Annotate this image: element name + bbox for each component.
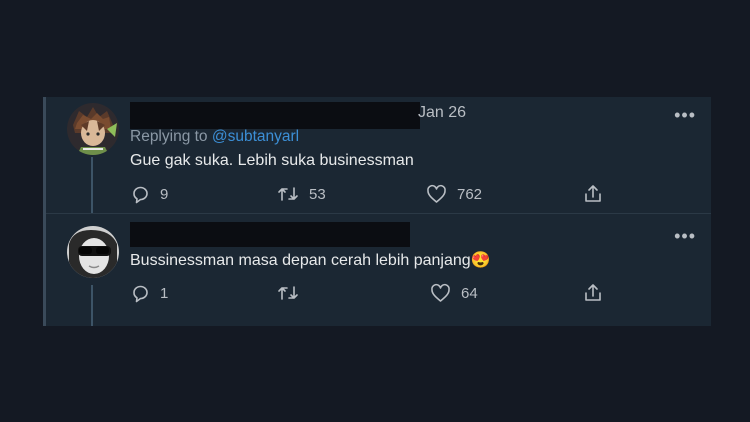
retweet-count: 53 xyxy=(309,185,326,203)
retweet-icon xyxy=(278,187,298,201)
reply-button[interactable]: 1 xyxy=(130,283,168,303)
replying-handle[interactable]: @subtanyarl xyxy=(212,128,299,145)
reply-icon xyxy=(133,285,148,303)
tweet-text: Bussinessman masa depan cerah lebih panj… xyxy=(130,252,471,269)
redacted-name xyxy=(130,222,410,247)
like-count: 762 xyxy=(457,185,483,203)
smiling-face-with-heart-eyes-emoji: 😍 xyxy=(470,252,491,269)
tweet-text-line: Bussinessman masa depan cerah lebih panj… xyxy=(130,250,491,270)
more-icon[interactable]: ••• xyxy=(674,106,696,124)
retweet-button[interactable]: 53 xyxy=(277,184,326,204)
replying-to: Replying to @subtanyarl xyxy=(130,128,299,146)
like-count: 64 xyxy=(461,284,478,302)
like-button[interactable]: 762 xyxy=(426,184,482,204)
avatar[interactable] xyxy=(67,226,119,278)
reply-button[interactable]: 9 xyxy=(130,184,168,204)
more-icon[interactable]: ••• xyxy=(674,227,696,245)
reply-thread-card: Jan 26 ••• Replying to @subtanyarl Gue g… xyxy=(43,97,711,326)
redacted-name xyxy=(130,102,420,129)
divider xyxy=(46,213,711,214)
share-button[interactable] xyxy=(583,183,603,204)
tweet-text: Gue gak suka. Lebih suka businessman xyxy=(130,152,414,169)
reply-count: 1 xyxy=(160,284,169,302)
share-icon xyxy=(585,185,601,202)
share-icon xyxy=(585,284,601,301)
share-button[interactable] xyxy=(583,282,603,303)
like-icon xyxy=(427,184,446,203)
retweet-button[interactable] xyxy=(277,283,299,303)
thread-line xyxy=(91,157,93,214)
avatar[interactable] xyxy=(67,103,119,155)
reply-icon xyxy=(133,186,148,204)
retweet-icon xyxy=(278,286,298,300)
reply-tweet[interactable]: Jan 26 ••• Replying to @subtanyarl Gue g… xyxy=(46,97,711,214)
like-icon xyxy=(431,283,450,302)
like-button[interactable]: 64 xyxy=(430,283,478,303)
replying-prefix: Replying to xyxy=(130,128,212,145)
reply-count: 9 xyxy=(160,185,169,203)
tweet-date[interactable]: Jan 26 xyxy=(418,104,466,122)
reply-tweet[interactable]: ••• Bussinessman masa depan cerah lebih … xyxy=(46,215,711,326)
thread-line xyxy=(91,285,93,326)
